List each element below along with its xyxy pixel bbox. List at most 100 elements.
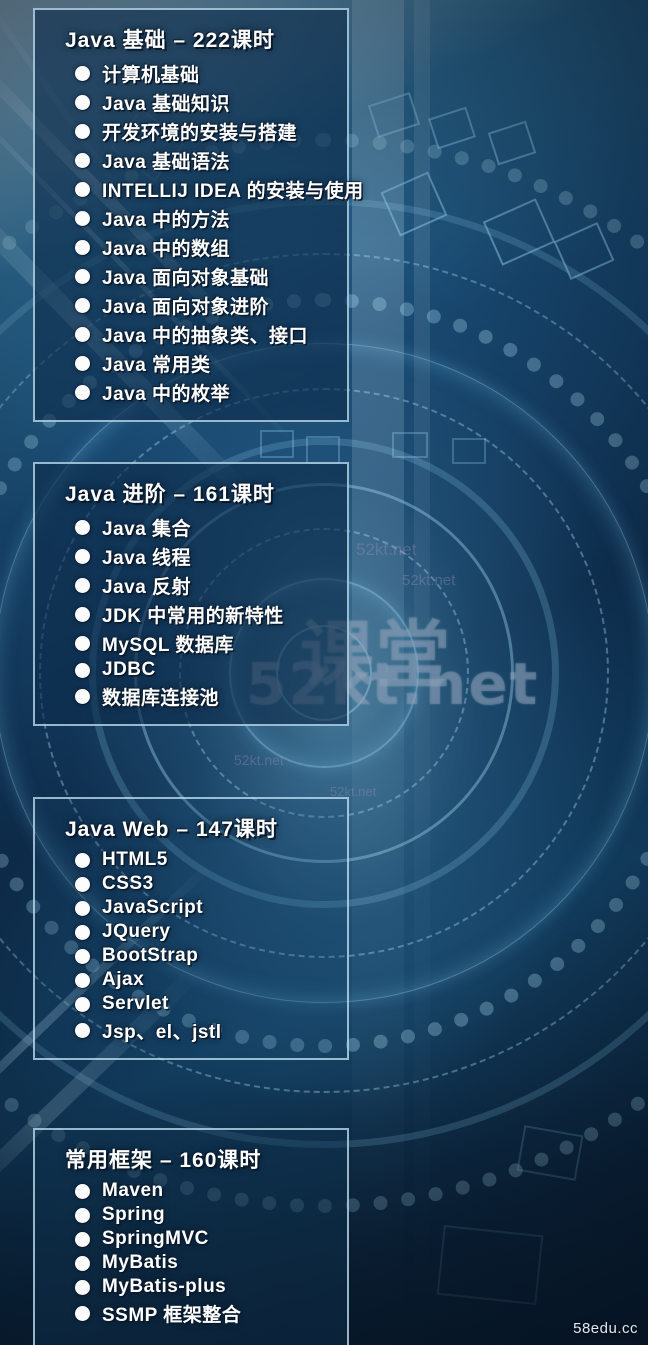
list-item-label: Spring [102,1204,166,1225]
bullet-icon [75,1023,90,1038]
list-item[interactable]: Maven [49,1180,333,1202]
list-item-label: Java 中的方法 [102,210,231,231]
bullet-icon [75,1306,90,1321]
bullet-icon [75,211,90,226]
list-item[interactable]: SpringMVC [49,1228,333,1250]
list-item[interactable]: HTML5 [49,849,333,871]
bullet-icon [75,662,90,678]
course-item-list: Maven Spring SpringMVC MyBatis MyBatis-p… [49,1180,333,1327]
list-item[interactable]: INTELLIJ IDEA 的安装与使用 [49,176,363,203]
list-item[interactable]: JDBC [49,659,333,681]
list-item[interactable]: Spring [49,1204,333,1226]
bullet-icon [75,972,90,988]
list-item[interactable]: SSMP 框架整合 [49,1300,333,1327]
list-item-label: Maven [102,1180,164,1201]
bullet-icon [75,636,90,651]
list-item[interactable]: Java 线程 [49,543,333,570]
list-item[interactable]: Java 集合 [49,514,333,541]
list-item-label: Java 中的数组 [102,239,231,260]
list-item-label: Java 基础语法 [102,152,231,173]
list-item[interactable]: BootStrap [49,945,333,967]
site-watermark: 58edu.cc [573,1320,638,1337]
list-item[interactable]: Java 中的数组 [49,234,333,261]
list-item-label: MyBatis-plus [102,1276,227,1297]
list-item[interactable]: Jsp、el、jstl [49,1017,333,1044]
bullet-icon [75,1231,90,1247]
list-item-label: JQuery [102,921,171,942]
bullet-icon [75,153,90,168]
list-item[interactable]: Java 中的抽象类、接口 [49,321,333,348]
panel-title: Java 进阶 – 161课时 [65,483,275,506]
bullet-icon [75,124,90,139]
list-item[interactable]: Java 面向对象进阶 [49,292,333,319]
list-item[interactable]: 计算机基础 [49,60,333,87]
list-item[interactable]: JDK 中常用的新特性 [49,601,333,628]
course-item-list: 计算机基础 Java 基础知识 开发环境的安装与搭建 Java 基础语法 INT… [49,60,363,406]
bullet-icon [75,269,90,284]
bullet-icon [75,298,90,313]
list-item[interactable]: Java 常用类 [49,350,333,377]
list-item-label: CSS3 [102,873,154,894]
bullet-icon [75,948,90,964]
list-item-label: 开发环境的安装与搭建 [102,123,298,144]
bullet-icon [75,520,90,535]
list-item[interactable]: Ajax [49,969,333,991]
bullet-icon [75,1183,90,1199]
list-item-label: HTML5 [102,849,168,870]
list-item[interactable]: Java 基础知识 [49,89,333,116]
list-item[interactable]: Servlet [49,993,333,1015]
list-item[interactable]: 开发环境的安装与搭建 [49,118,333,145]
bullet-icon [75,385,90,400]
bullet-icon [75,578,90,593]
list-item[interactable]: JQuery [49,921,333,943]
course-item-list: HTML5 CSS3 JavaScript JQuery BootStrap A… [49,849,333,1044]
bullet-icon [75,1207,90,1223]
list-item-label: BootStrap [102,945,199,966]
list-item-label: 数据库连接池 [102,688,220,709]
list-item-label: Java 中的抽象类、接口 [102,326,309,347]
list-item[interactable]: JavaScript [49,897,333,919]
course-item-list: Java 集合 Java 线程 Java 反射 JDK 中常用的新特性 MySQ… [49,514,333,710]
bullet-icon [75,852,90,868]
list-item-label: Jsp、el、jstl [102,1022,222,1043]
bullet-icon [75,182,90,197]
bullet-icon [75,327,90,342]
list-item-label: Java 面向对象进阶 [102,297,270,318]
bullet-icon [75,924,90,940]
bullet-icon [75,996,90,1012]
list-item-label: Ajax [102,969,145,990]
bullet-icon [75,1255,90,1271]
bullet-icon [75,689,90,704]
curriculum-panel-java-web: Java Web – 147课时 HTML5 CSS3 JavaScript J… [33,797,349,1060]
list-item-label: Java 基础知识 [102,94,231,115]
panel-title: Java 基础 – 222课时 [65,29,275,52]
list-item[interactable]: Java 中的方法 [49,205,333,232]
list-item[interactable]: Java 面向对象基础 [49,263,333,290]
curriculum-panel-frameworks: 常用框架 – 160课时 Maven Spring SpringMVC MyBa… [33,1128,349,1345]
list-item[interactable]: MyBatis-plus [49,1276,333,1298]
list-item-label: Servlet [102,993,169,1014]
list-item[interactable]: Java 中的枚举 [49,379,333,406]
curriculum-panel-java-basics: Java 基础 – 222课时 计算机基础 Java 基础知识 开发环境的安装与… [33,8,363,422]
list-item[interactable]: Java 基础语法 [49,147,333,174]
list-item[interactable]: 数据库连接池 [49,683,333,710]
bullet-icon [75,66,90,81]
list-item-label: MySQL 数据库 [102,635,234,656]
list-item-label: Java 面向对象基础 [102,268,270,289]
list-item-label: Java 反射 [102,577,192,598]
panel-title: 常用框架 – 160课时 [65,1149,262,1172]
list-item-label: Java 集合 [102,519,192,540]
list-item-label: Java 中的枚举 [102,384,231,405]
list-item-label: MyBatis [102,1252,179,1273]
list-item[interactable]: MyBatis [49,1252,333,1274]
list-item-label: JDBC [102,659,156,680]
list-item[interactable]: MySQL 数据库 [49,630,333,657]
curriculum-panel-java-advanced: Java 进阶 – 161课时 Java 集合 Java 线程 Java 反射 … [33,462,349,726]
bullet-icon [75,240,90,255]
bullet-icon [75,356,90,371]
list-item-label: Java 常用类 [102,355,211,376]
bullet-icon [75,549,90,564]
bullet-icon [75,876,90,892]
list-item[interactable]: Java 反射 [49,572,333,599]
list-item[interactable]: CSS3 [49,873,333,895]
